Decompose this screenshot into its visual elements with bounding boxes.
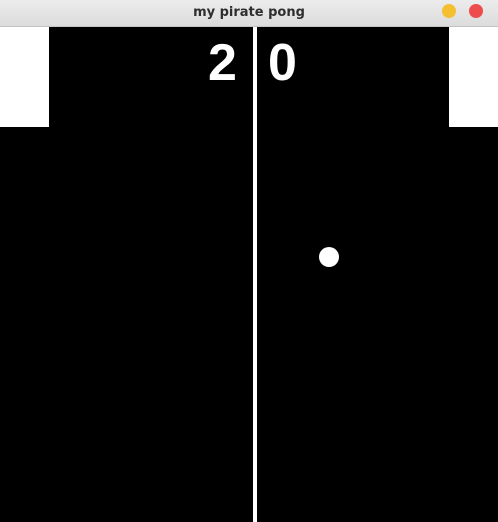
center-net	[253, 27, 257, 522]
app-window: my pirate pong 2 0	[0, 0, 498, 522]
right-score: 0	[268, 34, 297, 92]
left-score: 2	[208, 34, 237, 92]
close-icon[interactable]	[469, 4, 483, 18]
left-paddle	[0, 27, 49, 127]
window-title: my pirate pong	[193, 5, 305, 20]
title-bar[interactable]: my pirate pong	[0, 0, 498, 27]
right-paddle	[449, 27, 498, 127]
game-court[interactable]: 2 0	[0, 27, 498, 522]
ball	[319, 247, 339, 267]
minimize-icon[interactable]	[442, 4, 456, 18]
